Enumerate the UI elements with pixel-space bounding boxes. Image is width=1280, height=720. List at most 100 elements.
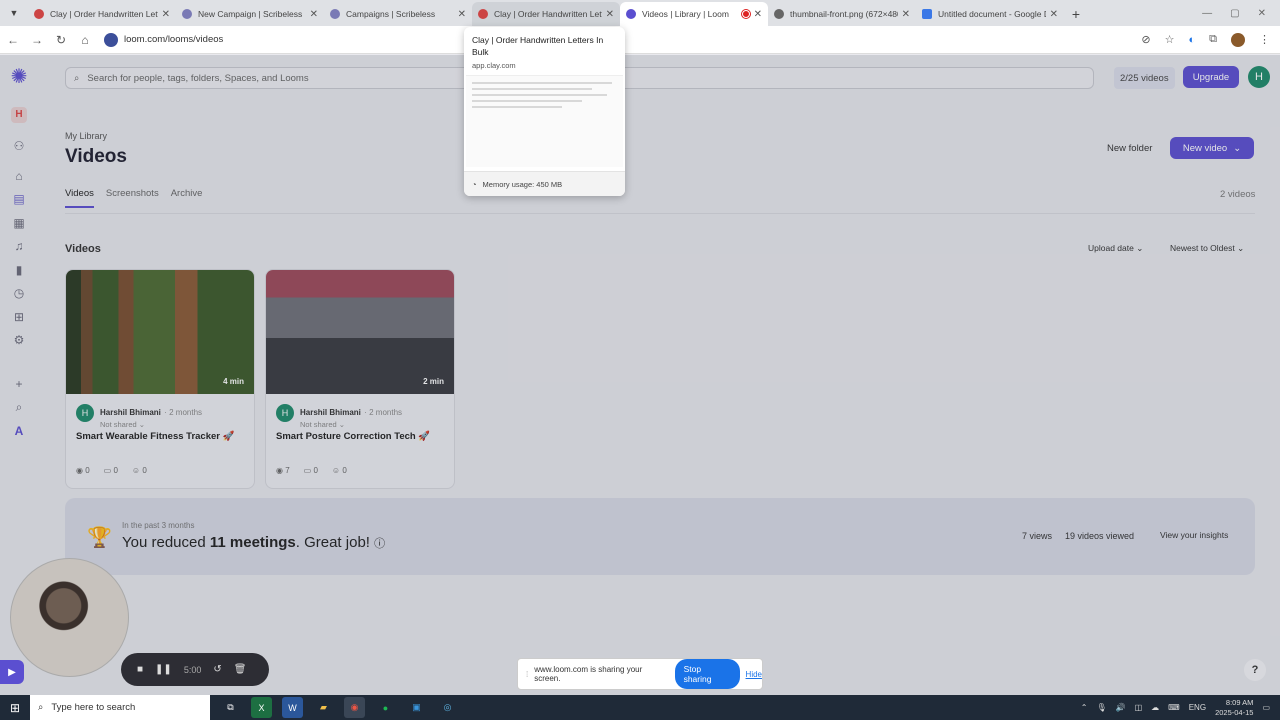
history-nav-icon[interactable]: ◷ bbox=[14, 282, 24, 306]
extension-icon[interactable]: ◐ bbox=[1188, 34, 1195, 46]
language-indicator[interactable]: ENG bbox=[1189, 703, 1206, 712]
hide-banner-link[interactable]: Hide bbox=[746, 670, 762, 679]
notifications-icon[interactable]: ▭ bbox=[1262, 703, 1270, 712]
windows-start-icon[interactable]: ⊞ bbox=[0, 701, 30, 715]
pause-icon[interactable]: ❚❚ bbox=[155, 664, 172, 675]
breadcrumb[interactable]: My Library bbox=[65, 131, 107, 141]
calendar-nav-icon[interactable]: ▦ bbox=[13, 212, 24, 236]
browser-tab[interactable]: thumbnail-front.png (672×480) ✕ bbox=[768, 2, 916, 26]
memory-usage-label: Memory usage: 450 MB bbox=[482, 179, 563, 189]
home-nav-icon[interactable]: ⌂ bbox=[15, 165, 22, 189]
notifications-nav-icon[interactable]: ♫ bbox=[15, 235, 24, 259]
maximize-icon[interactable]: ▢ bbox=[1230, 8, 1239, 19]
back-icon[interactable]: ← bbox=[2, 33, 24, 47]
loom-logo-icon[interactable]: ✺ bbox=[11, 67, 28, 87]
clock[interactable]: 8:09 AM 2025-04-15 bbox=[1215, 698, 1253, 718]
site-info-icon[interactable] bbox=[104, 32, 118, 47]
search-nav-icon[interactable]: ⌕ bbox=[16, 396, 23, 420]
extensions-puzzle-icon[interactable]: ⧉ bbox=[1209, 33, 1217, 46]
sharing-status[interactable]: Not shared ⌄ bbox=[100, 420, 202, 429]
sharing-status[interactable]: Not shared ⌄ bbox=[300, 420, 402, 429]
invite-user-icon[interactable]: ⚇ bbox=[14, 135, 25, 159]
video-card[interactable]: 4 min H Harshil Bhimani · 2 months Not s… bbox=[65, 269, 255, 489]
close-window-icon[interactable]: ✕ bbox=[1258, 8, 1266, 19]
author-name[interactable]: Harshil Bhimani bbox=[100, 408, 161, 417]
menu-kebab-icon[interactable]: ⋮ bbox=[1259, 33, 1270, 46]
address-bar[interactable]: loom.com/looms/videos bbox=[104, 32, 223, 47]
browser-tab-active[interactable]: Videos | Library | Loom ✕ bbox=[620, 2, 768, 26]
show-hidden-icons-icon[interactable]: ⌃ bbox=[1081, 703, 1088, 712]
user-avatar[interactable]: H bbox=[1248, 66, 1270, 88]
close-tab-icon[interactable]: ✕ bbox=[162, 9, 170, 20]
video-title[interactable]: Smart Posture Correction Tech 🚀 bbox=[276, 431, 430, 442]
tab-archive[interactable]: Archive bbox=[171, 188, 203, 208]
browser-tab[interactable]: Untitled document - Google Do ✕ bbox=[916, 2, 1064, 26]
video-thumbnail[interactable]: 2 min bbox=[266, 270, 454, 394]
author-name[interactable]: Harshil Bhimani bbox=[300, 408, 361, 417]
close-tab-icon[interactable]: ✕ bbox=[902, 9, 910, 20]
add-nav-icon[interactable]: + bbox=[15, 373, 22, 397]
close-tab-icon[interactable]: ✕ bbox=[606, 9, 614, 20]
sort-by-dropdown[interactable]: Upload date ⌄ bbox=[1088, 243, 1143, 254]
tab-search-icon[interactable]: ▼ bbox=[0, 0, 28, 26]
video-title[interactable]: Smart Wearable Fitness Tracker 🚀 bbox=[76, 431, 234, 442]
browser-tab[interactable]: New Campaign | Scribeless ✕ bbox=[176, 2, 324, 26]
stop-recording-icon[interactable]: ■ bbox=[137, 664, 143, 675]
video-card[interactable]: 2 min H Harshil Bhimani · 2 months Not s… bbox=[265, 269, 455, 489]
home-icon[interactable]: ⌂ bbox=[74, 33, 96, 47]
file-explorer-icon[interactable]: ▰ bbox=[313, 697, 334, 718]
restart-icon[interactable]: ↺ bbox=[213, 664, 221, 675]
ai-nav-icon[interactable]: A bbox=[15, 420, 24, 444]
tab-screenshots[interactable]: Screenshots bbox=[106, 188, 159, 208]
keyboard-icon[interactable]: ⌨ bbox=[1168, 703, 1180, 712]
new-video-button[interactable]: New video ⌄ bbox=[1170, 137, 1254, 159]
task-view-icon[interactable]: ⧉ bbox=[220, 697, 241, 718]
tab-videos[interactable]: Videos bbox=[65, 188, 94, 208]
forward-icon[interactable]: → bbox=[26, 33, 48, 47]
workspace-avatar[interactable]: H bbox=[11, 107, 27, 123]
author-avatar[interactable]: H bbox=[276, 404, 294, 422]
bookmarks-nav-icon[interactable]: ▮ bbox=[16, 259, 23, 283]
volume-icon[interactable]: 🔊 bbox=[1116, 703, 1126, 712]
help-button[interactable]: ? bbox=[1244, 659, 1266, 681]
bookmark-star-icon[interactable]: ☆ bbox=[1165, 33, 1175, 46]
video-thumbnail[interactable]: 4 min bbox=[66, 270, 254, 394]
close-tab-icon[interactable]: ✕ bbox=[458, 9, 466, 20]
cast-off-icon[interactable]: ⊘ bbox=[1141, 33, 1150, 46]
taskbar-search-input[interactable]: ⌕ Type here to search bbox=[30, 695, 210, 720]
settings-nav-icon[interactable]: ⚙ bbox=[14, 329, 25, 353]
upgrade-button[interactable]: Upgrade bbox=[1183, 66, 1239, 88]
browser-tab[interactable]: Clay | Order Handwritten Lette ✕ bbox=[28, 2, 176, 26]
chrome-icon[interactable]: ◉ bbox=[344, 697, 365, 718]
profile-avatar[interactable] bbox=[1231, 32, 1245, 47]
microphone-icon[interactable]: 🎙 bbox=[1096, 703, 1106, 712]
stop-sharing-button[interactable]: Stop sharing bbox=[674, 659, 740, 689]
new-tab-button[interactable]: + bbox=[1064, 2, 1088, 26]
network-icon[interactable]: ◫ bbox=[1135, 703, 1143, 712]
spotify-icon[interactable]: ● bbox=[375, 697, 396, 718]
drag-handle-icon[interactable]: ⁞ bbox=[526, 670, 528, 679]
browser-tab-hovered[interactable]: Clay | Order Handwritten Lette ✕ bbox=[472, 2, 620, 26]
remote-desktop-icon[interactable]: ▣ bbox=[406, 697, 427, 718]
author-avatar[interactable]: H bbox=[76, 404, 94, 422]
excel-icon[interactable]: X bbox=[251, 697, 272, 718]
view-insights-button[interactable]: View your insights bbox=[1152, 525, 1236, 545]
close-tab-icon[interactable]: ✕ bbox=[1050, 9, 1058, 20]
loom-taskbar-icon[interactable]: ◎ bbox=[437, 697, 458, 718]
gift-nav-icon[interactable]: ⊞ bbox=[14, 306, 24, 330]
webcam-bubble[interactable] bbox=[10, 558, 129, 677]
info-icon[interactable]: ⓘ bbox=[374, 538, 385, 550]
close-tab-icon[interactable]: ✕ bbox=[310, 9, 318, 20]
close-tab-icon[interactable]: ✕ bbox=[754, 9, 762, 20]
browser-tab[interactable]: Campaigns | Scribeless ✕ bbox=[324, 2, 472, 26]
video-quota-badge[interactable]: 2/25 videos bbox=[1114, 67, 1175, 89]
library-nav-icon[interactable]: ▤ bbox=[13, 188, 24, 212]
minimize-icon[interactable]: — bbox=[1202, 8, 1212, 19]
camera-toggle-icon[interactable]: ▶ bbox=[0, 660, 24, 684]
delete-icon[interactable]: 🗑 bbox=[234, 664, 247, 675]
onedrive-icon[interactable]: ☁ bbox=[1151, 703, 1159, 712]
sort-order-dropdown[interactable]: Newest to Oldest ⌄ bbox=[1170, 243, 1244, 254]
reload-icon[interactable]: ↻ bbox=[50, 33, 72, 47]
word-icon[interactable]: W bbox=[282, 697, 303, 718]
new-folder-button[interactable]: New folder bbox=[1101, 140, 1158, 156]
